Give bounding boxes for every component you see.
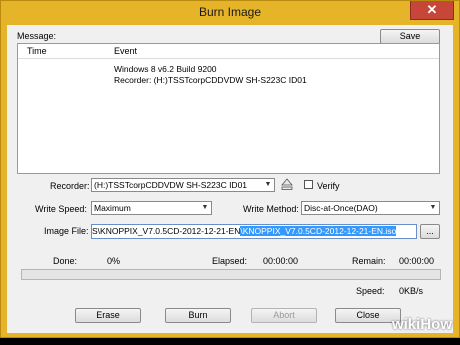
remain-label: Remain: — [352, 256, 386, 266]
log-row-recorder: Recorder: (H:)TSSTcorpCDDVDW SH-S223C ID… — [114, 75, 307, 85]
image-file-selection: \KNOPPIX_V7.0.5CD-2012-12-21-EN.iso — [240, 226, 397, 236]
burn-image-window: Burn Image ✕ Message: Save Time Event Wi… — [0, 0, 460, 338]
browse-button[interactable]: ... — [420, 224, 440, 239]
remain-value: 00:00:00 — [399, 256, 435, 266]
write-speed-value: Maximum — [94, 203, 131, 213]
write-method-select[interactable]: Disc-at-Once(DAO) ▼ — [301, 201, 440, 215]
burn-button[interactable]: Burn — [165, 308, 231, 323]
save-button[interactable]: Save — [380, 29, 440, 44]
chevron-down-icon: ▼ — [429, 204, 437, 211]
write-speed-select[interactable]: Maximum ▼ — [91, 201, 212, 215]
window-title: Burn Image — [198, 5, 262, 19]
write-speed-label: Write Speed: — [35, 204, 87, 214]
erase-button[interactable]: Erase — [75, 308, 141, 323]
recorder-select[interactable]: (H:)TSSTcorpCDDVDW SH-S223C ID01 ▼ — [91, 178, 275, 192]
message-label: Message: — [17, 31, 57, 41]
chevron-down-icon: ▼ — [264, 181, 272, 188]
image-file-path: S\KNOPPIX_V7.0.5CD-2012-12-21-EN — [92, 226, 241, 236]
elapsed-label: Elapsed: — [212, 256, 248, 266]
watermark-how: How — [420, 316, 452, 333]
burn-progress-bar — [21, 269, 441, 280]
image-file-input[interactable]: S\KNOPPIX_V7.0.5CD-2012-12-21-EN\KNOPPIX… — [91, 224, 417, 239]
message-log[interactable]: Time Event Windows 8 v6.2 Build 9200 Rec… — [17, 43, 440, 174]
write-method-value: Disc-at-Once(DAO) — [304, 203, 378, 213]
abort-button[interactable]: Abort — [251, 308, 317, 323]
watermark-wiki: wiki — [391, 316, 421, 333]
verify-checkbox[interactable] — [304, 180, 313, 189]
done-label: Done: — [53, 256, 78, 266]
dialog-body: Message: Save Time Event Windows 8 v6.2 … — [7, 25, 453, 333]
write-method-label: Write Method: — [243, 204, 299, 214]
log-row-os: Windows 8 v6.2 Build 9200 — [114, 64, 217, 74]
speed-label: Speed: — [356, 286, 385, 296]
speed-value: 0KB/s — [399, 286, 424, 296]
done-value: 0% — [107, 256, 121, 266]
column-header-event[interactable]: Event — [114, 46, 137, 56]
recorder-label: Recorder: — [50, 181, 90, 191]
verify-label: Verify — [317, 181, 340, 191]
column-header-time[interactable]: Time — [27, 46, 47, 56]
log-header: Time Event — [18, 44, 439, 59]
wikihow-watermark: wikiHow — [392, 316, 452, 333]
chevron-down-icon: ▼ — [201, 204, 209, 211]
image-file-label: Image File: — [44, 226, 89, 236]
window-close-button[interactable]: ✕ — [410, 1, 454, 20]
recorder-value: (H:)TSSTcorpCDDVDW SH-S223C ID01 — [94, 180, 248, 190]
eject-icon[interactable] — [281, 178, 293, 191]
elapsed-value: 00:00:00 — [263, 256, 299, 266]
